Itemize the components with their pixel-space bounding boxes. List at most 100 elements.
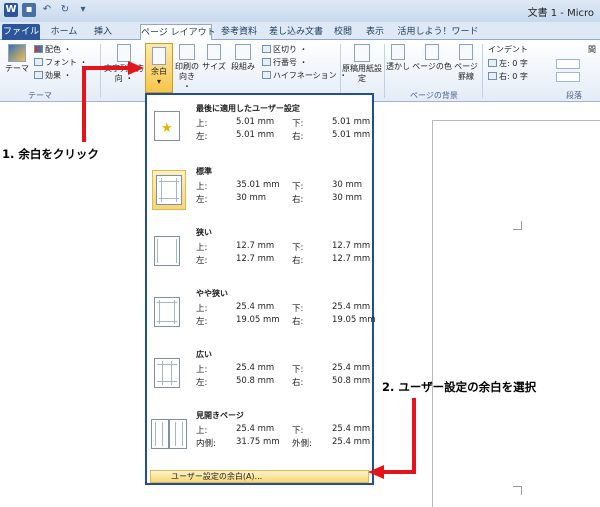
value-top: 5.01 mm bbox=[236, 117, 275, 127]
margin-guide bbox=[155, 422, 156, 446]
value-bottom: 25.4 mm bbox=[332, 302, 371, 312]
margin-option-mirrored[interactable]: 見開きページ 上: 25.4 mm 下: 25.4 mm 内側: 31.75 m… bbox=[150, 402, 372, 462]
value-left: 50.8 mm bbox=[236, 376, 275, 386]
size-label: サイズ bbox=[202, 62, 226, 71]
themes-button[interactable]: テーマ bbox=[4, 44, 30, 74]
indent-heading: インデント bbox=[488, 45, 528, 54]
label-left: 左: bbox=[196, 317, 208, 327]
tab-review[interactable]: 校閲 bbox=[330, 24, 356, 40]
annotation-step2: 2. ユーザー設定の余白を選択 bbox=[382, 380, 537, 394]
annotation-arrow-line bbox=[412, 398, 416, 474]
value-top: 12.7 mm bbox=[236, 241, 275, 251]
tab-insert[interactable]: 挿入 bbox=[88, 24, 118, 40]
margin-preview-icon bbox=[154, 236, 180, 266]
arrow-head-shape bbox=[128, 61, 144, 75]
colors-label: 配色 ・ bbox=[45, 45, 72, 54]
margin-option-wide[interactable]: 広い 上: 25.4 mm 下: 25.4 mm 左: 50.8 mm 右: 5… bbox=[150, 341, 372, 401]
arrow-head-icon bbox=[368, 465, 384, 479]
orientation-label: 印刷の向き ・ bbox=[175, 62, 199, 91]
label-left: 左: bbox=[196, 195, 208, 205]
value-left: 30 mm bbox=[236, 193, 267, 203]
breaks-label: 区切り ・ bbox=[273, 45, 308, 54]
value-right: 19.05 mm bbox=[332, 315, 376, 325]
value-top: 25.4 mm bbox=[236, 302, 275, 312]
page-border-icon bbox=[459, 44, 473, 60]
arrow-head-icon bbox=[128, 61, 144, 75]
option-title: 最後に適用したユーザー設定 bbox=[196, 104, 300, 113]
tab-view[interactable]: 表示 bbox=[362, 24, 388, 40]
label-top: 上: bbox=[196, 304, 208, 314]
label-top: 上: bbox=[196, 426, 208, 436]
custom-margins-menu-item[interactable]: ユーザー設定の余白(A)... bbox=[150, 470, 369, 483]
value-outside: 25.4 mm bbox=[332, 437, 371, 447]
qat-dropdown-icon[interactable]: ▾ bbox=[76, 3, 90, 17]
margin-preview-icon bbox=[154, 297, 180, 327]
margin-option-narrow[interactable]: 狭い 上: 12.7 mm 下: 12.7 mm 左: 12.7 mm 右: 1… bbox=[150, 219, 372, 279]
label-right: 右: bbox=[292, 378, 304, 388]
hyphenation-icon bbox=[262, 71, 271, 79]
columns-button[interactable]: 段組み bbox=[230, 44, 256, 72]
margins-icon bbox=[152, 47, 166, 65]
indent-right-field[interactable]: 右: 0 字 bbox=[488, 71, 528, 82]
redo-icon[interactable]: ↻ bbox=[58, 3, 72, 17]
value-left: 5.01 mm bbox=[236, 130, 275, 140]
annotation-step1: 1. 余白をクリック bbox=[2, 147, 99, 161]
save-icon[interactable]: ▪ bbox=[22, 3, 36, 17]
fonts-button[interactable]: フォント ・ bbox=[34, 57, 88, 68]
annotation-arrow-line bbox=[382, 470, 416, 474]
margin-guide bbox=[157, 321, 177, 322]
document-page[interactable] bbox=[432, 120, 600, 507]
margin-preview-icon bbox=[156, 175, 182, 205]
size-button[interactable]: サイズ bbox=[202, 44, 226, 72]
label-bottom: 下: bbox=[292, 304, 304, 314]
tab-page-layout[interactable]: ページ レイアウト bbox=[140, 24, 216, 41]
breaks-button[interactable]: 区切り ・ bbox=[262, 44, 308, 55]
label-bottom: 下: bbox=[292, 426, 304, 436]
margins-button[interactable]: 余白 ▾ bbox=[145, 43, 173, 93]
label-right: 右: bbox=[292, 256, 304, 266]
value-right: 30 mm bbox=[332, 193, 363, 203]
hyphenation-button[interactable]: ハイフネーション ・ bbox=[262, 70, 347, 81]
page-border-button[interactable]: ページ罫線 bbox=[454, 44, 478, 82]
margin-guide bbox=[157, 302, 177, 303]
tab-references[interactable]: 参考資料 bbox=[216, 24, 262, 40]
value-bottom: 5.01 mm bbox=[332, 117, 371, 127]
value-right: 5.01 mm bbox=[332, 130, 371, 140]
margin-guide bbox=[157, 364, 177, 365]
watermark-icon bbox=[391, 44, 405, 60]
margin-option-normal[interactable]: 標準 上: 35.01 mm 下: 30 mm 左: 30 mm 右: 30 m… bbox=[150, 158, 372, 218]
undo-icon[interactable]: ↶ bbox=[40, 3, 54, 17]
tab-file[interactable]: ファイル bbox=[2, 24, 40, 40]
line-numbers-button[interactable]: 行番号 ・ bbox=[262, 57, 308, 68]
page-color-icon bbox=[425, 44, 439, 60]
label-bottom: 下: bbox=[292, 119, 304, 129]
themes-icon bbox=[8, 44, 26, 62]
margin-option-last-custom[interactable]: ★ 最後に適用したユーザー設定 上: 5.01 mm 下: 5.01 mm 左:… bbox=[150, 97, 372, 157]
tab-home[interactable]: ホーム bbox=[44, 24, 84, 40]
orientation-button[interactable]: 印刷の向き ・ bbox=[175, 44, 199, 92]
value-left: 19.05 mm bbox=[236, 315, 280, 325]
columns-icon bbox=[235, 44, 251, 60]
annotation-arrow-line bbox=[82, 66, 86, 142]
effects-icon bbox=[34, 71, 43, 79]
orientation-icon bbox=[179, 44, 195, 60]
tab-mailings[interactable]: 差し込み文書 bbox=[266, 24, 326, 40]
margin-guide bbox=[182, 422, 183, 446]
label-top: 上: bbox=[196, 243, 208, 253]
manuscript-label: 原稿用紙設定 bbox=[342, 64, 382, 83]
indent-left-spinner[interactable] bbox=[556, 59, 580, 69]
columns-label: 段組み bbox=[231, 62, 255, 71]
effects-button[interactable]: 効果 ・ bbox=[34, 70, 72, 81]
colors-button[interactable]: 配色 ・ bbox=[34, 44, 72, 55]
option-title: 狭い bbox=[196, 228, 212, 237]
label-bottom: 下: bbox=[292, 365, 304, 375]
page-color-button[interactable]: ページの色 bbox=[412, 44, 452, 72]
indent-right-spinner[interactable] bbox=[556, 72, 580, 82]
breaks-icon bbox=[262, 45, 271, 53]
tab-addin[interactable]: 活用しよう！ワード bbox=[394, 24, 482, 40]
indent-left-field[interactable]: 左: 0 字 bbox=[488, 58, 528, 69]
watermark-button[interactable]: 透かし bbox=[386, 44, 410, 72]
manuscript-button[interactable]: 原稿用紙設定 bbox=[342, 44, 382, 84]
margin-option-moderate[interactable]: やや狭い 上: 25.4 mm 下: 25.4 mm 左: 19.05 mm 右… bbox=[150, 280, 376, 340]
label-left: 左: bbox=[196, 256, 208, 266]
